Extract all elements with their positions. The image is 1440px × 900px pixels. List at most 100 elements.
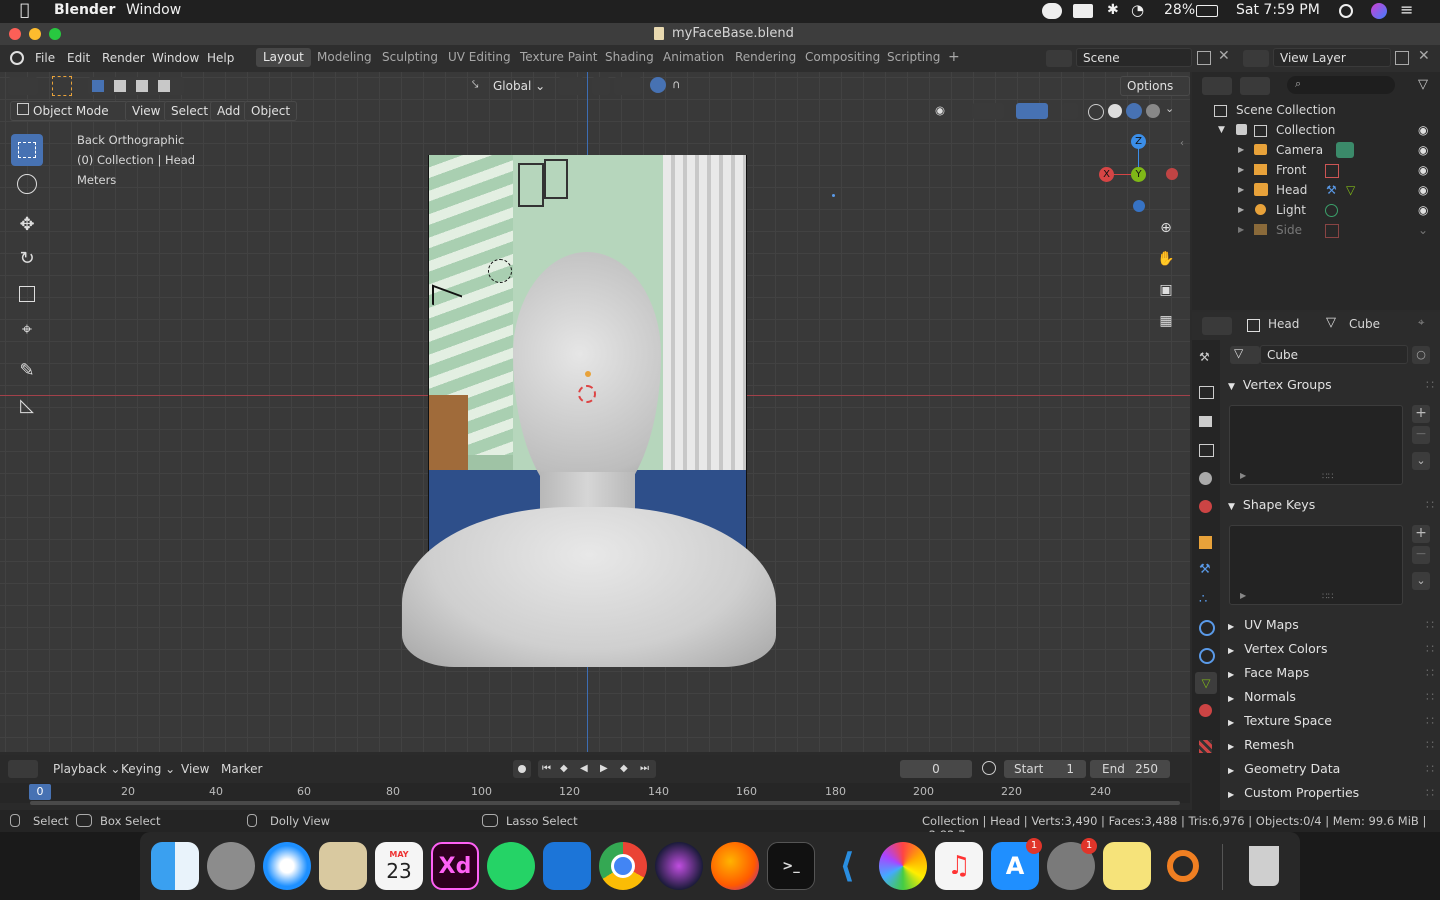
- select-tool-icon[interactable]: [52, 76, 72, 96]
- adobe-xd-icon[interactable]: Xd: [431, 842, 479, 890]
- jump-end-icon[interactable]: ⏭: [640, 760, 649, 778]
- play-reverse-icon[interactable]: ◀: [580, 760, 588, 778]
- material-tab-icon[interactable]: [1199, 704, 1212, 717]
- delete-scene-icon[interactable]: ✕: [1218, 48, 1230, 64]
- clock[interactable]: Sat 7:59 PM: [1236, 2, 1320, 18]
- xcode-icon[interactable]: [543, 842, 591, 890]
- scene-field[interactable]: Scene: [1076, 48, 1192, 67]
- shading-wireframe-icon[interactable]: [1088, 104, 1104, 120]
- snap-icon[interactable]: [592, 77, 610, 95]
- timeline-ruler[interactable]: 0 20 40 60 80 100 120 140 160 180 200 22…: [0, 783, 1190, 803]
- tab-modeling[interactable]: Modeling: [310, 48, 379, 67]
- drag-handle-icon[interactable]: ∷: [1426, 374, 1434, 396]
- scale-tool[interactable]: [11, 278, 43, 310]
- geometry-data-header[interactable]: ▶ Geometry Data ∷: [1222, 758, 1436, 780]
- tab-compositing[interactable]: Compositing: [798, 48, 887, 67]
- tab-sculpting[interactable]: Sculpting: [375, 48, 445, 67]
- menu-playback[interactable]: Playback ⌄: [53, 762, 120, 776]
- pin-icon[interactable]: ⌖: [1418, 315, 1424, 330]
- timeline-scrollbar[interactable]: [30, 801, 1180, 805]
- delete-view-layer-icon[interactable]: ✕: [1418, 48, 1430, 64]
- outliner-collection[interactable]: ▼ Collection ◉: [1192, 120, 1440, 140]
- texture-space-header[interactable]: ▶ Texture Space ∷: [1222, 710, 1436, 732]
- terminal-icon[interactable]: >_: [767, 842, 815, 890]
- creative-cloud-icon[interactable]: [1042, 3, 1062, 19]
- minimize-window-button[interactable]: [29, 28, 41, 40]
- snap-target-icon[interactable]: [614, 77, 642, 95]
- object-mode-dropdown[interactable]: Object Mode: [10, 101, 128, 121]
- firefox-icon[interactable]: [711, 842, 759, 890]
- close-window-button[interactable]: [9, 28, 21, 40]
- light-object-icon[interactable]: [488, 259, 512, 283]
- tab-scripting[interactable]: Scripting: [880, 48, 947, 67]
- menu-keying[interactable]: Keying ⌄: [121, 762, 175, 776]
- head-mesh[interactable]: [400, 252, 778, 668]
- sidebar-toggle-icon[interactable]: ‹: [1180, 138, 1184, 149]
- finder-icon[interactable]: [151, 842, 199, 890]
- gizmo-x-axis[interactable]: X: [1099, 167, 1114, 182]
- tab-texture-paint[interactable]: Texture Paint: [513, 48, 604, 67]
- add-workspace-button[interactable]: +: [941, 48, 967, 67]
- menu-window[interactable]: Window: [126, 2, 181, 18]
- mesh-data-tab-icon[interactable]: ▽: [1195, 672, 1217, 694]
- battery-icon[interactable]: [1196, 5, 1218, 17]
- tab-uv-editing[interactable]: UV Editing: [441, 48, 518, 67]
- mesh-data-block-name[interactable]: Cube: [1260, 345, 1408, 364]
- eye-icon[interactable]: ◉: [1418, 200, 1428, 220]
- uv-maps-header[interactable]: ▶ UV Maps ∷: [1222, 614, 1436, 636]
- eye-icon[interactable]: ◉: [1418, 180, 1428, 200]
- overlays-toggle-icon[interactable]: [1016, 103, 1048, 119]
- gizmo-neg-z[interactable]: [1133, 200, 1145, 212]
- mesh-data-block-browse[interactable]: ▽: [1230, 346, 1260, 364]
- proportional-editing-icon[interactable]: [650, 77, 666, 93]
- trash-icon[interactable]: [1240, 842, 1288, 890]
- normals-header[interactable]: ▶ Normals ∷: [1222, 686, 1436, 708]
- face-maps-header[interactable]: ▶ Face Maps ∷: [1222, 662, 1436, 684]
- vertex-group-specials-button[interactable]: ⌄: [1412, 452, 1430, 470]
- zoom-view-button[interactable]: ⊕: [1152, 214, 1180, 242]
- tab-rendering[interactable]: Rendering: [728, 48, 803, 67]
- vscode-icon[interactable]: ⟨: [823, 842, 871, 890]
- texture-tab-icon[interactable]: [1199, 740, 1212, 753]
- physics-tab-icon[interactable]: [1199, 620, 1215, 636]
- app-menu-blender[interactable]: Blender: [54, 2, 115, 18]
- transform-orientation-icon[interactable]: ⤥: [472, 77, 486, 91]
- spotlight-icon[interactable]: [1339, 4, 1353, 18]
- notification-center-icon[interactable]: ≡: [1400, 0, 1413, 19]
- outliner-scene-collection[interactable]: Scene Collection: [1192, 100, 1440, 120]
- end-frame-field[interactable]: End 250: [1090, 760, 1170, 778]
- outliner-editor-type-icon[interactable]: [1202, 77, 1232, 95]
- gizmo-toggle-icon[interactable]: [972, 103, 1004, 119]
- whatsapp-icon[interactable]: [487, 842, 535, 890]
- new-scene-icon[interactable]: [1197, 51, 1211, 65]
- apple-icon[interactable]: : [20, 0, 30, 19]
- music-icon[interactable]: ♫: [935, 842, 983, 890]
- shape-keys-list[interactable]: ▶ ∷∷: [1229, 525, 1403, 605]
- chrome-icon[interactable]: [599, 842, 647, 890]
- drag-handle-icon[interactable]: ∷: [1426, 494, 1434, 516]
- cursor-tool[interactable]: [11, 168, 43, 200]
- outliner-item-light[interactable]: ▶ Light ◉: [1192, 200, 1440, 220]
- pivot-point-icon[interactable]: [558, 77, 584, 95]
- next-keyframe-icon[interactable]: ◆: [620, 760, 628, 778]
- current-frame-field[interactable]: 0: [900, 760, 972, 778]
- shading-solid-icon[interactable]: [1108, 104, 1122, 118]
- expand-arrow-icon[interactable]: ▼: [1218, 120, 1225, 140]
- drive-icon[interactable]: [1073, 4, 1093, 18]
- view-layer-tab-icon[interactable]: [1199, 444, 1214, 457]
- custom-properties-header[interactable]: ▶ Custom Properties ∷: [1222, 782, 1436, 804]
- view-layer-browse-icon[interactable]: [1243, 50, 1269, 67]
- measure-tool[interactable]: ◺: [11, 389, 43, 421]
- eye-icon[interactable]: ◉: [1418, 160, 1428, 180]
- launchpad-icon[interactable]: [207, 842, 255, 890]
- 3d-viewport[interactable]: ⤥ Global ⌄ ∩ Options ⌄ Object Mode View …: [0, 72, 1190, 752]
- eye-icon[interactable]: ◉: [1418, 120, 1428, 140]
- play-icon[interactable]: ▶: [600, 760, 608, 778]
- transform-orientation-dropdown[interactable]: Global ⌄: [493, 77, 549, 95]
- prev-keyframe-icon[interactable]: ◆: [560, 760, 568, 778]
- menu-edit[interactable]: Edit: [67, 51, 90, 65]
- vertex-groups-header[interactable]: ▼ Vertex Groups ∷: [1222, 374, 1436, 396]
- menu-marker[interactable]: Marker: [221, 762, 262, 776]
- record-button[interactable]: [513, 760, 531, 778]
- editor-type-icon[interactable]: [8, 77, 38, 95]
